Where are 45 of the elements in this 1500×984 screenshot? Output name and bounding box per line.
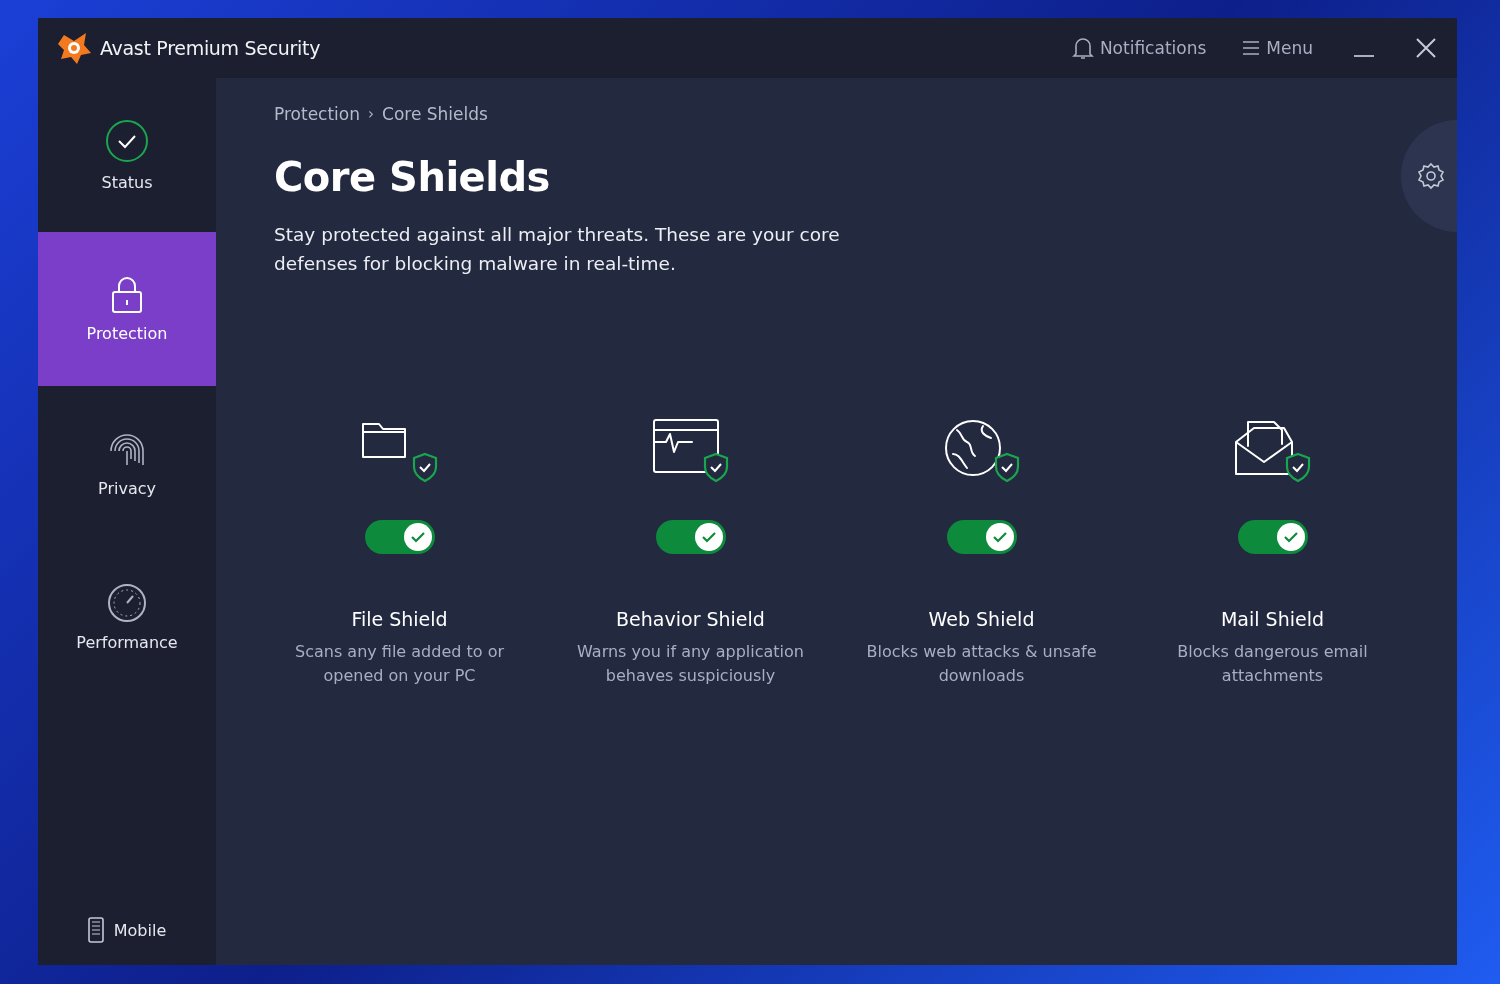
sidebar-item-label: Protection bbox=[86, 323, 168, 343]
speedometer-icon bbox=[107, 582, 147, 623]
sidebar-item[interactable]: Protection bbox=[38, 232, 216, 386]
bell-icon bbox=[1071, 36, 1094, 60]
menu-icon bbox=[1242, 41, 1261, 55]
settings-icon bbox=[1417, 162, 1445, 190]
mobile-label: Mobile bbox=[113, 920, 167, 940]
check-icon bbox=[701, 531, 716, 543]
menu-button[interactable]: Menu bbox=[1242, 38, 1313, 58]
close-icon bbox=[1415, 37, 1437, 59]
breadcrumb-separator: › bbox=[368, 105, 374, 123]
shield-toggle[interactable] bbox=[1237, 520, 1308, 554]
shield-toggle[interactable] bbox=[364, 520, 435, 554]
check-icon bbox=[992, 531, 1007, 543]
sidebar-item-label: Status bbox=[101, 172, 153, 192]
sidebar-item[interactable]: Privacy bbox=[38, 386, 216, 540]
shield-description: Warns you if any application behaves suspiciously bbox=[576, 641, 805, 687]
check-circle-icon bbox=[105, 118, 149, 163]
sidebar-item-label: Performance bbox=[76, 632, 178, 652]
shield-toggle[interactable] bbox=[946, 520, 1017, 554]
close-button[interactable] bbox=[1415, 37, 1437, 59]
shield-description: Blocks dangerous email attachments bbox=[1176, 641, 1369, 687]
page-title: Core Shields bbox=[274, 154, 550, 200]
page-description: Stay protected against all major threats. These are your core defenses for blocking malware in real-time. bbox=[274, 223, 841, 276]
breadcrumb-link[interactable]: Protection bbox=[274, 104, 360, 124]
sidebar-item[interactable]: Status bbox=[38, 78, 216, 232]
check-icon bbox=[410, 531, 425, 543]
padlock-icon bbox=[111, 275, 143, 314]
sidebar-item-label: Privacy bbox=[98, 478, 156, 498]
notifications-button[interactable]: Notifications bbox=[1071, 36, 1207, 60]
shield-description: Blocks web attacks & unsafe downloads bbox=[865, 641, 1098, 687]
shield-toggle[interactable] bbox=[655, 520, 726, 554]
sidebar-item[interactable]: Performance bbox=[38, 540, 216, 694]
window-title: Avast Premium Security bbox=[100, 37, 321, 59]
shield-name: Mail Shield bbox=[1220, 608, 1324, 630]
shield-name: File Shield bbox=[351, 608, 448, 630]
breadcrumb-link[interactable]: Core Shields bbox=[382, 104, 488, 124]
shield-description: Scans any file added to or opened on your PC bbox=[294, 641, 505, 687]
check-icon bbox=[1283, 531, 1298, 543]
shield-name: Web Shield bbox=[928, 608, 1035, 630]
shield-name: Behavior Shield bbox=[616, 608, 765, 630]
phone-icon bbox=[87, 917, 104, 943]
logo-icon bbox=[58, 31, 92, 65]
minimize-icon bbox=[1353, 55, 1375, 57]
mobile-link[interactable]: Mobile bbox=[38, 895, 216, 965]
